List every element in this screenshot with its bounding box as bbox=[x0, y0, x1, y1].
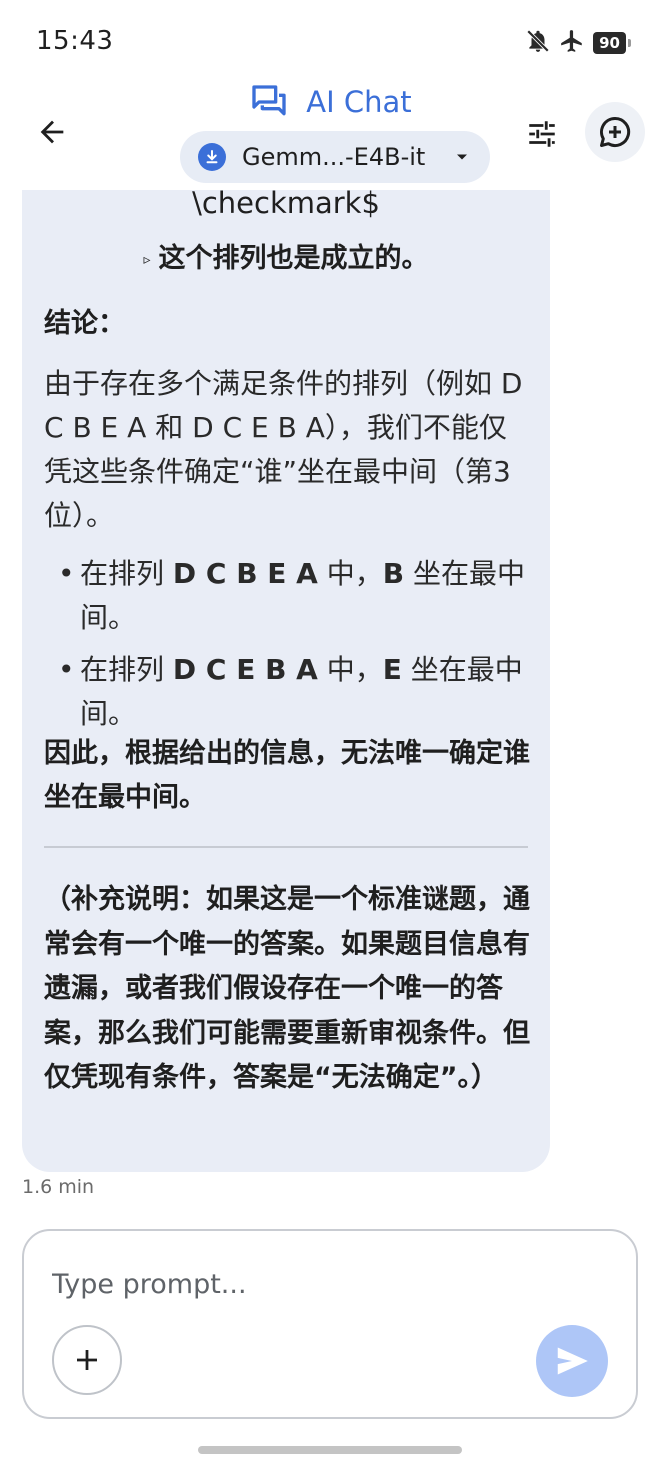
home-indicator[interactable] bbox=[198, 1446, 462, 1454]
triangle-bullet-icon: ▹ bbox=[143, 251, 151, 268]
model-response-bubble: \checkmark$ ▹ 这个排列也是成立的。 结论： 由于存在多个满足条件的排… bbox=[22, 190, 550, 1172]
bullet-dot: • bbox=[58, 653, 75, 686]
conclusion-heading: 结论： bbox=[44, 308, 125, 339]
supplementary-note: （补充说明：如果这是一个标准谜题，通常会有一个唯一的答案。如果题目信息有遗漏，或… bbox=[44, 884, 530, 1093]
response-time: 1.6 min bbox=[22, 1176, 95, 1198]
status-bar: 15:43 90 bbox=[0, 0, 660, 80]
conclusion-text: 因此，根据给出的信息，无法唯一确定谁坐在最中间。 bbox=[44, 738, 530, 813]
prompt-box bbox=[22, 1229, 638, 1419]
tune-button[interactable] bbox=[518, 110, 566, 158]
plus-icon bbox=[77, 1350, 97, 1370]
send-icon bbox=[557, 1347, 588, 1375]
status-time: 15:43 bbox=[36, 26, 114, 56]
add-chat-icon bbox=[600, 116, 631, 147]
new-chat-button[interactable] bbox=[585, 102, 645, 162]
model-name: Gemm...-E4B-it bbox=[242, 143, 426, 171]
bell-off-icon bbox=[525, 28, 551, 58]
chat-area[interactable]: \checkmark$ ▹ 这个排列也是成立的。 结论： 由于存在多个满足条件的排… bbox=[0, 190, 660, 1210]
centered-bullet: ▹ 这个排列也是成立的。 bbox=[22, 236, 550, 275]
prompt-input[interactable] bbox=[50, 1261, 594, 1307]
model-selector[interactable]: Gemm...-E4B-it bbox=[180, 131, 490, 183]
add-attachment-button[interactable] bbox=[52, 1325, 122, 1395]
bullet-dot: • bbox=[58, 557, 75, 590]
app-header: AI Chat Gemm...-E4B-it bbox=[0, 80, 660, 190]
chat-bubbles-icon bbox=[252, 85, 286, 116]
status-icons: 90 bbox=[525, 28, 631, 58]
airplane-icon bbox=[559, 28, 585, 58]
dropdown-arrow-icon bbox=[457, 154, 467, 160]
download-icon bbox=[198, 143, 226, 171]
send-button[interactable] bbox=[536, 1325, 608, 1397]
tune-icon bbox=[529, 121, 555, 147]
latex-fragment: \checkmark$ bbox=[192, 190, 380, 220]
battery-icon: 90 bbox=[593, 32, 631, 54]
app-title: AI Chat bbox=[306, 85, 412, 119]
centered-bullet-text: 这个排列也是成立的。 bbox=[158, 243, 429, 274]
explanation-paragraph: 由于存在多个满足条件的排列（例如 D C B E A 和 D C E B A），… bbox=[44, 367, 523, 532]
divider bbox=[44, 846, 528, 848]
